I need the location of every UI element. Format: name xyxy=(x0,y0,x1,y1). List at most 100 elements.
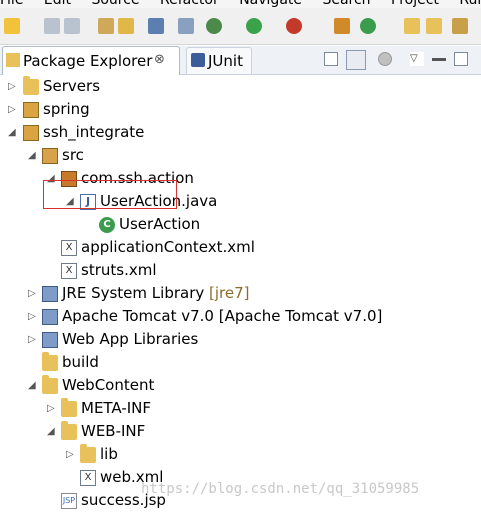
search-icon[interactable] xyxy=(452,18,468,34)
tree-item-meta-inf[interactable]: ▷ META-INF xyxy=(0,398,481,421)
save-all-icon[interactable] xyxy=(64,18,80,34)
xml-file-icon: X xyxy=(61,263,77,279)
expand-arrow-icon[interactable]: ▷ xyxy=(8,103,18,117)
folder-icon xyxy=(61,421,77,440)
folder-icon xyxy=(61,398,77,417)
debug-icon[interactable] xyxy=(206,18,222,34)
tree-item-label: META-INF xyxy=(81,399,152,417)
view-tab-bar: Package Explorer ⊗ JUnit ▽ xyxy=(0,46,481,75)
package-explorer-icon xyxy=(6,53,20,67)
expand-arrow-icon[interactable]: ▷ xyxy=(28,333,38,347)
expand-arrow-icon[interactable]: ▷ xyxy=(28,287,38,301)
close-icon[interactable]: ⊗ xyxy=(154,52,165,67)
tree-item-label: build xyxy=(62,353,99,371)
class-icon: C xyxy=(99,217,115,233)
minimize-icon[interactable] xyxy=(432,58,446,61)
collapse-all-icon[interactable] xyxy=(324,52,338,66)
new-class-icon[interactable] xyxy=(360,18,376,34)
tree-item-build[interactable]: build xyxy=(0,352,481,375)
folder-icon xyxy=(42,375,58,394)
expand-arrow-icon[interactable]: ▷ xyxy=(66,448,76,462)
tree-item-web-inf[interactable]: ◢ WEB-INF xyxy=(0,421,481,444)
package-explorer-tree: ▷ Servers ▷ spring ◢ ssh_integrate ◢ src… xyxy=(0,74,481,516)
new-java-project-icon[interactable] xyxy=(334,18,350,34)
tab-label: JUnit xyxy=(208,52,243,70)
collapse-arrow-icon[interactable]: ◢ xyxy=(28,379,38,393)
open-type-icon[interactable] xyxy=(98,18,114,34)
tree-item-src[interactable]: ◢ src xyxy=(0,145,481,168)
tree-item-label: UserAction xyxy=(119,215,201,233)
tree-item-web-app-libraries[interactable]: ▷ Web App Libraries xyxy=(0,329,481,352)
xml-file-icon: X xyxy=(61,240,77,256)
tree-item-spring[interactable]: ▷ spring xyxy=(0,99,481,122)
tree-item-label: lib xyxy=(100,445,118,463)
menu-source[interactable]: Source xyxy=(91,0,139,8)
tree-item-servers[interactable]: ▷ Servers xyxy=(0,76,481,99)
tab-junit[interactable]: JUnit xyxy=(186,47,252,74)
menu-file[interactable]: File xyxy=(0,0,23,8)
folder-icon xyxy=(42,352,58,371)
tab-package-explorer[interactable]: Package Explorer ⊗ xyxy=(2,46,180,75)
collapse-arrow-icon[interactable]: ◢ xyxy=(8,126,18,140)
project-icon xyxy=(23,125,39,141)
menu-run[interactable]: Run xyxy=(459,0,481,8)
menu-refactor[interactable]: Refactor xyxy=(160,0,219,8)
library-icon xyxy=(42,309,58,325)
tree-item-label: Web App Libraries xyxy=(62,330,199,348)
save-icon[interactable] xyxy=(44,18,60,34)
library-icon xyxy=(42,286,58,302)
jsp-file-icon: JSP xyxy=(61,493,77,509)
folder-icon xyxy=(23,76,39,95)
tree-item-useraction-class[interactable]: C UserAction xyxy=(0,214,481,237)
focus-icon[interactable] xyxy=(378,52,392,66)
tree-item-decoration: [jre7] xyxy=(209,284,250,302)
menu-edit[interactable]: Edit xyxy=(44,0,71,8)
new-icon[interactable] xyxy=(4,18,20,34)
tree-item-label: JRE System Library xyxy=(62,284,205,302)
tree-item-label: Apache Tomcat v7.0 [Apache Tomcat v7.0] xyxy=(62,307,383,325)
open-resource-icon[interactable] xyxy=(118,18,134,34)
expand-arrow-icon[interactable]: ▷ xyxy=(47,402,57,416)
watermark-text: https://blog.csdn.net/qq_31059985 xyxy=(141,481,420,497)
tree-item-jre-system-library[interactable]: ▷ JRE System Library [jre7] xyxy=(0,283,481,306)
source-folder-icon xyxy=(42,148,58,164)
menu-search[interactable]: Search xyxy=(322,0,370,8)
folder-icon[interactable] xyxy=(426,18,442,34)
tree-item-label: applicationContext.xml xyxy=(81,238,255,256)
expand-arrow-icon[interactable]: ▷ xyxy=(8,80,18,94)
link-with-editor-icon[interactable] xyxy=(346,50,366,70)
junit-icon xyxy=(191,53,205,67)
tree-item-struts-xml[interactable]: X struts.xml xyxy=(0,260,481,283)
console-icon[interactable] xyxy=(148,18,164,34)
maximize-icon[interactable] xyxy=(454,52,468,66)
run-icon[interactable] xyxy=(246,18,262,34)
main-toolbar xyxy=(0,8,481,45)
tree-item-label: ssh_integrate xyxy=(43,123,145,141)
view-menu-icon[interactable]: ▽ xyxy=(410,52,424,66)
collapse-arrow-icon[interactable]: ◢ xyxy=(28,149,38,163)
collapse-arrow-icon[interactable]: ◢ xyxy=(47,425,57,439)
tree-item-label: spring xyxy=(43,100,90,118)
tree-item-webcontent[interactable]: ◢ WebContent xyxy=(0,375,481,398)
skip-breakpoints-icon[interactable] xyxy=(178,18,194,34)
menu-bar: File Edit Source Refactor Navigate Searc… xyxy=(0,0,481,8)
folder-icon xyxy=(80,444,96,463)
tree-item-label: src xyxy=(62,146,84,164)
xml-file-icon: X xyxy=(80,470,96,486)
tree-item-lib[interactable]: ▷ lib xyxy=(0,444,481,467)
tree-item-ssh-integrate[interactable]: ◢ ssh_integrate xyxy=(0,122,481,145)
tree-item-applicationcontext-xml[interactable]: X applicationContext.xml xyxy=(0,237,481,260)
menu-navigate[interactable]: Navigate xyxy=(239,0,302,8)
highlight-box xyxy=(43,180,177,209)
project-icon xyxy=(23,102,39,118)
expand-arrow-icon[interactable]: ▷ xyxy=(28,310,38,324)
library-icon xyxy=(42,332,58,348)
tree-item-label: WEB-INF xyxy=(81,422,146,440)
tab-label: Package Explorer xyxy=(23,52,153,70)
menu-project[interactable]: Project xyxy=(391,0,439,8)
tree-item-label: struts.xml xyxy=(81,261,157,279)
open-folder-icon[interactable] xyxy=(404,18,420,34)
tree-item-apache-tomcat[interactable]: ▷ Apache Tomcat v7.0 [Apache Tomcat v7.0… xyxy=(0,306,481,329)
external-tools-icon[interactable] xyxy=(286,18,302,34)
tree-item-label: WebContent xyxy=(62,376,155,394)
